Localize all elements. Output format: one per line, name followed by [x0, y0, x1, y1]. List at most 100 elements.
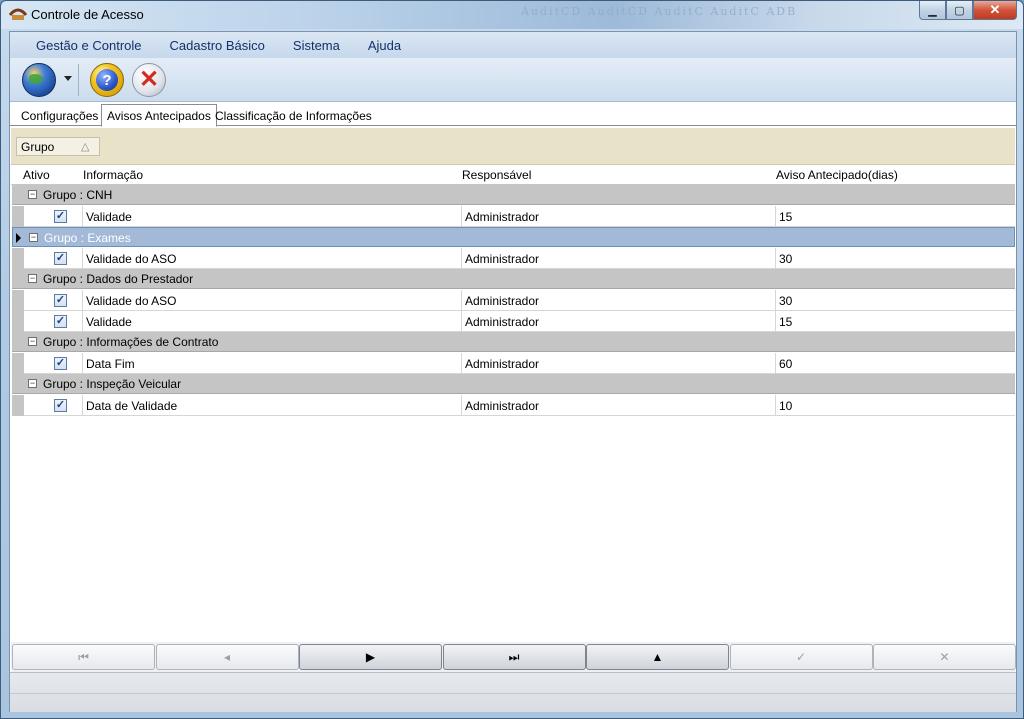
sort-ascending-icon[interactable]: △ — [81, 140, 89, 153]
column-header-informacao[interactable]: Informação — [83, 168, 143, 182]
cell-dias[interactable]: 15 — [775, 206, 1015, 227]
ativo-checkbox[interactable]: ✓ — [54, 315, 67, 328]
nav-last-button[interactable]: ⏭ — [442, 644, 586, 670]
client-area: Gestão e Controle Cadastro Básico Sistema A… — [9, 31, 1017, 712]
row-group-indent — [12, 290, 24, 311]
column-header-aviso-antecipado[interactable]: Aviso Antecipado(dias) — [776, 168, 898, 182]
menu-item-0[interactable]: Gestão e Controle — [22, 38, 156, 53]
column-header-responsavel[interactable]: Responsável — [462, 168, 531, 182]
window-controls: ▁ ▢ ✕ — [919, 1, 1017, 21]
nav-insert-icon: ▲ — [651, 650, 664, 664]
cell-dias[interactable]: 30 — [775, 290, 1015, 311]
nav-insert-button[interactable]: ▲ — [586, 644, 729, 670]
status-bar-divider — [10, 693, 1016, 694]
ativo-checkbox[interactable]: ✓ — [54, 399, 67, 412]
row-group-indent — [12, 311, 24, 332]
cell-dias[interactable]: 15 — [775, 311, 1015, 332]
group-label: Grupo : Inspeção Veicular — [43, 377, 182, 391]
collapse-group-icon[interactable]: − — [29, 233, 38, 242]
group-label: Grupo : CNH — [43, 188, 113, 202]
table-row[interactable]: ✓ Validade Administrador 15 — [12, 311, 1015, 332]
ativo-checkbox[interactable]: ✓ — [54, 210, 67, 223]
row-group-indent — [12, 248, 24, 269]
app-window: Controle de Acesso AuditCD AuditCD Audit… — [0, 0, 1024, 719]
nav-cancel-button[interactable]: ✕ — [873, 644, 1016, 670]
cell-dias[interactable]: 10 — [775, 395, 1015, 416]
cell-resp[interactable]: Administrador — [461, 206, 775, 227]
collapse-group-icon[interactable]: − — [28, 379, 37, 388]
group-label: Grupo : Dados do Prestador — [43, 272, 194, 286]
maximize-icon: ▢ — [954, 4, 965, 17]
ativo-checkbox[interactable]: ✓ — [54, 252, 67, 265]
ativo-checkbox[interactable]: ✓ — [54, 294, 67, 307]
nav-next-button[interactable]: ▶ — [299, 644, 442, 670]
cell-info[interactable]: Data de Validade — [82, 395, 461, 416]
tab-strip: Configurações Avisos Antecipados Classific… — [10, 103, 1016, 127]
tab-2[interactable]: Classificação de Informações — [210, 107, 377, 126]
table-row[interactable]: ✓ Validade Administrador 15 — [12, 206, 1015, 227]
table-row[interactable]: ✓ Data Fim Administrador 60 — [12, 353, 1015, 374]
cell-info[interactable]: Validade — [82, 206, 461, 227]
nav-prev-button[interactable]: ◂ — [155, 644, 299, 670]
close-icon: ✕ — [989, 2, 1001, 17]
group-by-label: Grupo — [21, 140, 55, 154]
menu-bar: Gestão e Controle Cadastro Básico Sistema A… — [10, 32, 1016, 58]
group-row[interactable]: − Grupo : Dados do Prestador — [12, 269, 1015, 289]
row-group-indent — [12, 395, 24, 416]
toolbar: ? ✕ — [10, 58, 1016, 102]
group-row[interactable]: − Grupo : Inspeção Veicular — [12, 374, 1015, 394]
group-row[interactable]: − Grupo : Exames — [12, 227, 1015, 247]
cell-resp[interactable]: Administrador — [461, 290, 775, 311]
collapse-group-icon[interactable]: − — [28, 190, 37, 199]
cell-resp[interactable]: Administrador — [461, 353, 775, 374]
group-row[interactable]: − Grupo : CNH — [12, 185, 1015, 205]
menu-item-2[interactable]: Sistema — [279, 38, 354, 53]
group-by-chip[interactable]: Grupo △ — [16, 137, 100, 156]
close-button[interactable]: ✕ — [973, 1, 1017, 20]
group-row[interactable]: − Grupo : Informações de Contrato — [12, 332, 1015, 352]
cell-dias[interactable]: 60 — [775, 353, 1015, 374]
table-row[interactable]: ✓ Data de Validade Administrador 10 — [12, 395, 1015, 416]
cell-dias[interactable]: 30 — [775, 248, 1015, 269]
status-bar — [10, 672, 1016, 712]
globe-dropdown-arrow-icon[interactable] — [64, 76, 72, 81]
minimize-button[interactable]: ▁ — [919, 1, 946, 20]
table-row[interactable]: ✓ Validade do ASO Administrador 30 — [12, 248, 1015, 269]
exit-icon[interactable]: ✕ — [132, 63, 166, 97]
toolbar-separator — [78, 64, 79, 96]
nav-first-button[interactable]: ⏮ — [12, 644, 155, 670]
menu-item-1[interactable]: Cadastro Básico — [156, 38, 279, 53]
cell-info[interactable]: Validade do ASO — [82, 290, 461, 311]
row-group-indent — [12, 353, 24, 374]
maximize-button[interactable]: ▢ — [946, 1, 973, 20]
cell-resp[interactable]: Administrador — [461, 311, 775, 332]
nav-post-button[interactable]: ✓ — [729, 644, 873, 670]
collapse-group-icon[interactable]: − — [28, 337, 37, 346]
ativo-checkbox[interactable]: ✓ — [54, 357, 67, 370]
current-row-indicator-icon — [16, 233, 21, 243]
cell-resp[interactable]: Administrador — [461, 248, 775, 269]
nav-prev-icon: ◂ — [223, 650, 231, 664]
nav-post-icon: ✓ — [795, 650, 807, 664]
minimize-icon: ▁ — [928, 4, 937, 17]
menu-item-3[interactable]: Ajuda — [354, 38, 415, 53]
cell-info[interactable]: Validade — [82, 311, 461, 332]
group-label: Grupo : Exames — [44, 231, 131, 245]
table-row[interactable]: ✓ Validade do ASO Administrador 30 — [12, 290, 1015, 311]
cell-resp[interactable]: Administrador — [461, 395, 775, 416]
help-icon[interactable]: ? — [90, 63, 124, 97]
nav-next-icon: ▶ — [365, 650, 376, 664]
title-watermark: AuditCD AuditCD AuditC AuditC ADB — [521, 5, 798, 18]
column-header-row: Ativo Informação Responsável Aviso Antec… — [11, 165, 1015, 185]
nav-last-icon: ⏭ — [508, 649, 520, 664]
title-bar[interactable]: Controle de Acesso AuditCD AuditCD Audit… — [1, 1, 1023, 29]
tab-1[interactable]: Avisos Antecipados — [101, 104, 217, 127]
collapse-group-icon[interactable]: − — [28, 274, 37, 283]
tab-0[interactable]: Configurações — [16, 107, 103, 126]
record-navigator: ⏮ ◂ ▶ ⏭ ▲ ✓ ✕ — [11, 642, 1016, 672]
cell-info[interactable]: Validade do ASO — [82, 248, 461, 269]
nav-cancel-icon: ✕ — [939, 650, 950, 664]
globe-icon[interactable] — [22, 63, 56, 97]
cell-info[interactable]: Data Fim — [82, 353, 461, 374]
column-header-ativo[interactable]: Ativo — [23, 168, 50, 182]
